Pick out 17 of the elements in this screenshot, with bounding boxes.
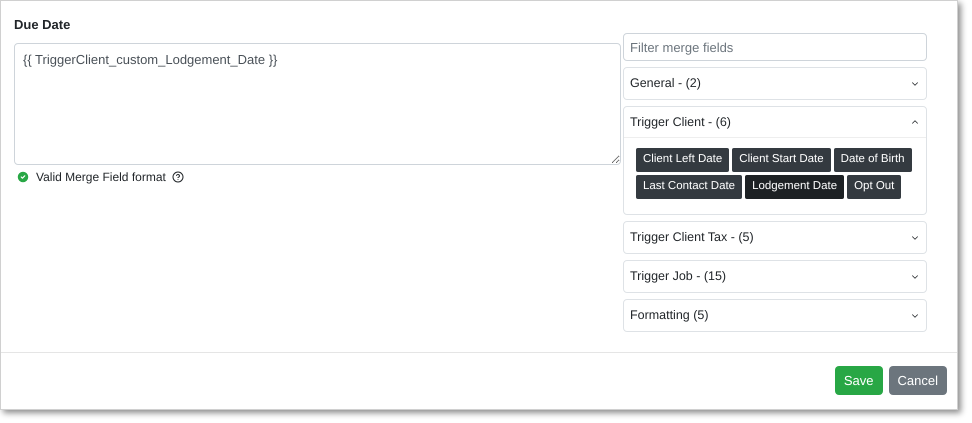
merge-field-chip[interactable]: Date of Birth	[834, 148, 912, 172]
cancel-button[interactable]: Cancel	[888, 366, 947, 395]
help-icon[interactable]	[172, 170, 184, 182]
group-header[interactable]: Trigger Job - (15)	[624, 261, 926, 292]
group-header[interactable]: Trigger Client - (6)	[624, 107, 926, 138]
filter-field[interactable]: Filter merge fields	[623, 33, 927, 61]
field-label: Due Date	[14, 16, 72, 34]
group-header[interactable]: Trigger Client Tax - (5)	[624, 222, 926, 253]
merge-field-chip[interactable]: Last Contact Date	[636, 175, 742, 199]
merge-field-chip[interactable]: Client Left Date	[636, 148, 730, 172]
merge-field-chip[interactable]: Client Start Date	[732, 148, 831, 172]
merge-field-input[interactable]: {{ TriggerClient_custom_Lodgement_Date }}	[14, 42, 621, 164]
validation-text: Valid Merge Field format	[36, 168, 166, 186]
merge-field-chip[interactable]: Lodgement Date	[745, 175, 844, 199]
group-header[interactable]: General - (2)	[624, 68, 926, 99]
merge-field-chip[interactable]: Opt Out	[847, 175, 902, 199]
group-header[interactable]: Formatting (5)	[624, 300, 926, 331]
